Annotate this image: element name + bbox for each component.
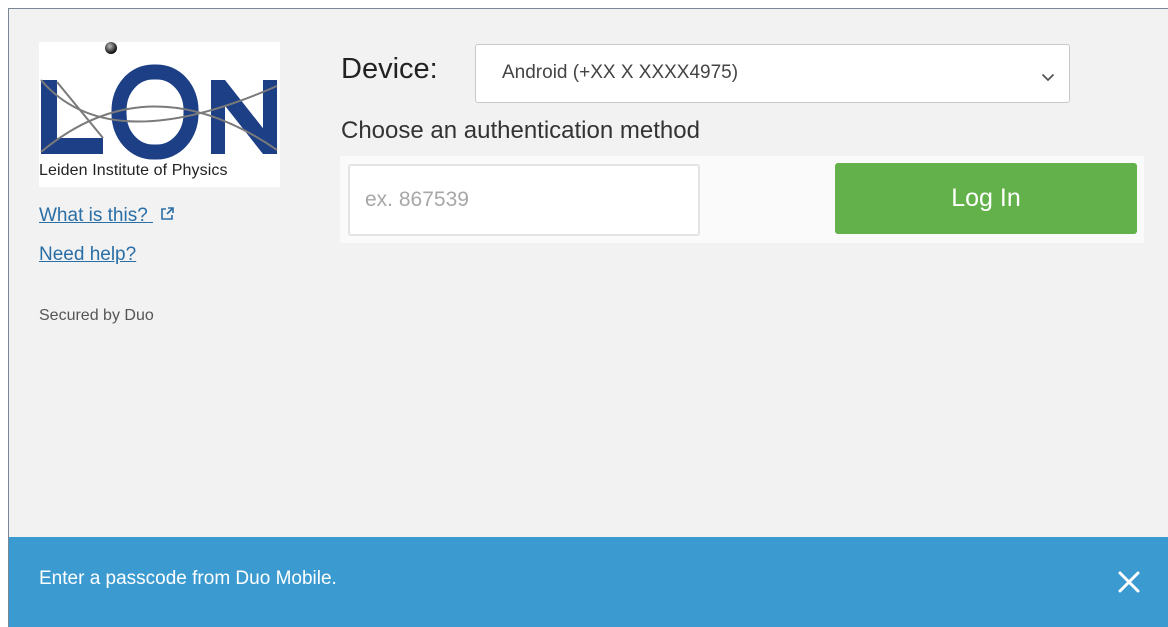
passcode-input[interactable] bbox=[348, 164, 700, 236]
auth-method-heading: Choose an authentication method bbox=[341, 117, 700, 144]
notice-bar: Enter a passcode from Duo Mobile. bbox=[9, 537, 1168, 627]
device-selected-value: Android (+XX X XXXX4975) bbox=[502, 62, 739, 83]
lion-logo-graphic bbox=[40, 42, 278, 160]
device-label: Device: bbox=[341, 53, 438, 85]
institute-logo: Leiden Institute of Physics bbox=[39, 42, 280, 187]
duo-auth-frame: Leiden Institute of Physics What is this… bbox=[8, 8, 1168, 627]
external-link-icon bbox=[159, 206, 175, 228]
what-is-this-label: What is this? bbox=[39, 205, 148, 226]
log-in-button[interactable]: Log In bbox=[835, 163, 1137, 234]
device-select[interactable]: Android (+XX X XXXX4975) bbox=[475, 44, 1070, 103]
need-help-link[interactable]: Need help? bbox=[39, 244, 136, 266]
close-icon[interactable] bbox=[1117, 570, 1141, 594]
what-is-this-link[interactable]: What is this? bbox=[39, 205, 175, 228]
chevron-down-icon bbox=[1041, 69, 1055, 87]
passcode-method-row: Log In bbox=[340, 156, 1144, 243]
logo-caption: Leiden Institute of Physics bbox=[39, 162, 228, 179]
secured-by-text: Secured by Duo bbox=[39, 307, 154, 324]
notice-message: Enter a passcode from Duo Mobile. bbox=[39, 568, 337, 589]
